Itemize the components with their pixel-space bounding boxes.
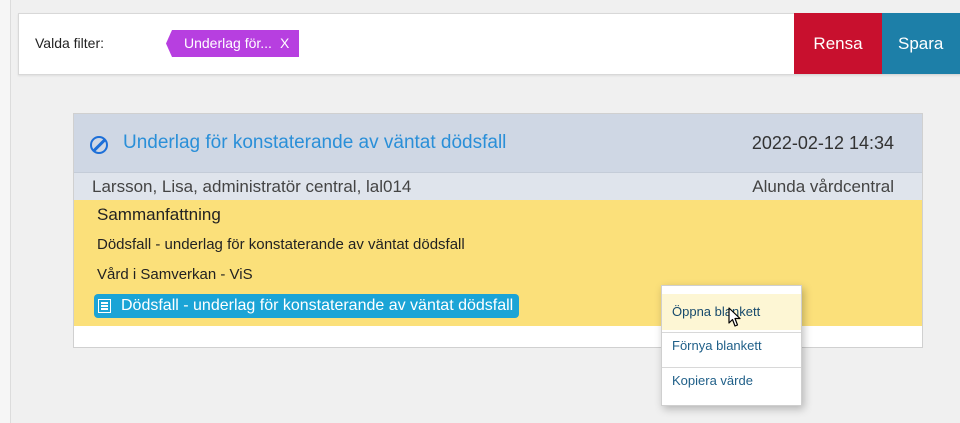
card-author: Larsson, Lisa, administratör central, la…	[92, 177, 412, 196]
card-header[interactable]: Underlag för konstaterande av väntat död…	[74, 114, 922, 172]
card-subheader: Larsson, Lisa, administratör central, la…	[74, 172, 922, 200]
category-line: Vård i Samverkan - ViS	[97, 266, 253, 283]
filter-bar: Valda filter: Underlag för... X Rensa Sp…	[18, 13, 960, 75]
card-unit: Alunda vårdcentral	[752, 177, 894, 196]
mouse-pointer-icon	[728, 307, 741, 327]
card-date: 2022-02-12 14:34	[751, 133, 894, 153]
filter-chip-label: Underlag för...	[184, 35, 272, 51]
menu-item-renew-form[interactable]: Förnya blankett	[662, 328, 801, 364]
context-menu: Öppna blankett Förnya blankett Kopiera v…	[661, 285, 802, 406]
card-title[interactable]: Underlag för konstaterande av väntat död…	[123, 132, 506, 154]
form-link-label: Dödsfall - underlag för konstaterande av…	[121, 297, 514, 314]
filter-chip-remove-button[interactable]: X	[280, 30, 289, 57]
form-list-icon	[98, 299, 111, 313]
left-panel-edge	[0, 0, 11, 423]
spara-button[interactable]: Spara	[882, 13, 960, 74]
form-link[interactable]: Dödsfall - underlag för konstaterande av…	[94, 294, 520, 318]
summary-heading: Sammanfattning	[97, 205, 221, 224]
filter-label: Valda filter:	[35, 35, 104, 51]
menu-item-copy-value[interactable]: Kopiera värde	[662, 363, 801, 399]
summary-line: Dödsfall - underlag för konstaterande av…	[97, 236, 465, 253]
filter-chip[interactable]: Underlag för... X	[166, 30, 300, 57]
blocked-icon	[90, 136, 108, 154]
rensa-button[interactable]: Rensa	[794, 13, 882, 74]
